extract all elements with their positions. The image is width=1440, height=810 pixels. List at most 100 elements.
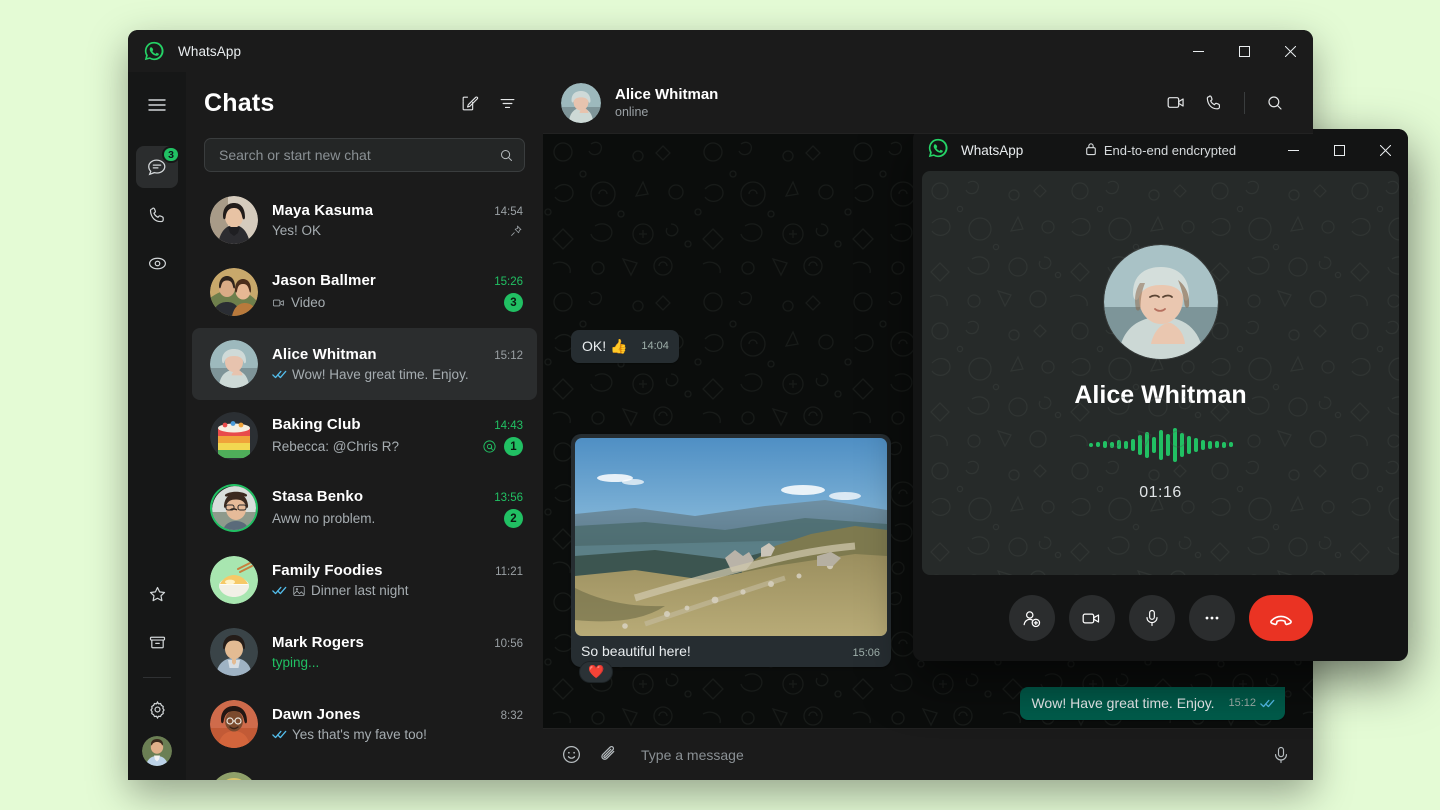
minimize-button[interactable] bbox=[1175, 30, 1221, 72]
emoji-icon[interactable] bbox=[561, 744, 582, 765]
toggle-video-button[interactable] bbox=[1069, 595, 1115, 641]
chat-avatar[interactable] bbox=[210, 772, 258, 780]
chat-item-top-row: Alice Whitman15:12 bbox=[272, 346, 523, 363]
call-contact-avatar bbox=[1104, 245, 1218, 359]
screen: WhatsApp bbox=[0, 0, 1440, 810]
search-wrapper: Search or start new chat bbox=[186, 134, 543, 184]
starred-messages-icon[interactable] bbox=[136, 573, 178, 615]
chat-preview-message: Wow! Have great time. Enjoy. bbox=[272, 367, 469, 382]
chat-avatar[interactable] bbox=[210, 268, 258, 316]
microphone-icon[interactable] bbox=[1271, 745, 1291, 765]
contact-info: Alice Whitman online bbox=[615, 86, 718, 119]
message-timestamp: 14:04 bbox=[641, 337, 669, 356]
read-receipt-icon bbox=[272, 729, 287, 740]
sidebar-item-status[interactable] bbox=[136, 242, 178, 284]
hamburger-menu-icon[interactable] bbox=[136, 84, 178, 126]
chat-list-item[interactable]: Alice Whitman15:12 Wow! Have great time. … bbox=[192, 328, 537, 400]
contact-name: Alice Whitman bbox=[615, 86, 718, 103]
chat-contact-name: Jason Ballmer bbox=[272, 272, 376, 289]
chat-avatar[interactable] bbox=[210, 628, 258, 676]
more-options-button[interactable] bbox=[1189, 595, 1235, 641]
chat-item-top-row: Family Foodies11:21 bbox=[272, 562, 523, 579]
chat-timestamp: 13:56 bbox=[486, 492, 523, 504]
toggle-mute-button[interactable] bbox=[1129, 595, 1175, 641]
chat-item-bottom-row: Video 3 bbox=[272, 293, 523, 312]
chat-contact-name: Mark Rogers bbox=[272, 634, 364, 651]
chat-list-item[interactable]: Family Foodies11:21Dinner last night bbox=[192, 544, 537, 616]
chat-avatar[interactable] bbox=[210, 556, 258, 604]
photo-icon bbox=[292, 584, 306, 598]
chat-list[interactable]: Maya Kasuma14:54Yes! OKJason Ballmer15:2… bbox=[186, 184, 543, 780]
chat-item-info: Maya Kasuma14:54Yes! OK bbox=[272, 202, 523, 238]
unread-count-badge: 3 bbox=[504, 293, 523, 312]
chat-list-header: Chats bbox=[186, 72, 543, 134]
chat-preview-message: Aww no problem. bbox=[272, 511, 375, 526]
chat-item-meta bbox=[501, 224, 523, 238]
contact-status: online bbox=[615, 105, 718, 119]
chats-unread-badge: 3 bbox=[162, 146, 180, 163]
chat-preview-text: Aww no problem. bbox=[272, 511, 375, 526]
action-divider bbox=[1244, 92, 1245, 114]
video-call-icon[interactable] bbox=[1160, 87, 1192, 119]
encryption-label: End-to-end endcrypted bbox=[1104, 143, 1236, 158]
chat-contact-name: Stasa Benko bbox=[272, 488, 363, 505]
message-reaction[interactable]: ❤️ bbox=[579, 661, 613, 683]
message-composer: Type a message bbox=[543, 728, 1313, 780]
message-bubble-incoming-ok[interactable]: OK! 👍 14:04 bbox=[571, 330, 679, 363]
chat-list-item[interactable]: Dawn Jones8:32Yes that's my fave too! bbox=[192, 688, 537, 760]
attachment-icon[interactable] bbox=[598, 744, 619, 765]
chat-avatar[interactable] bbox=[210, 196, 258, 244]
chat-avatar[interactable] bbox=[210, 700, 258, 748]
archived-chats-icon[interactable] bbox=[136, 621, 178, 663]
chat-item-bottom-row: Rebecca: @Chris R?1 bbox=[272, 437, 523, 456]
chat-item-top-row: Mark Rogers 10:56 bbox=[272, 634, 523, 651]
chat-contact-name: Baking Club bbox=[272, 416, 361, 433]
chat-avatar[interactable] bbox=[212, 486, 256, 530]
call-close-button[interactable] bbox=[1362, 129, 1408, 171]
sidebar-item-chats[interactable]: 3 bbox=[136, 146, 178, 188]
add-participant-button[interactable] bbox=[1009, 595, 1055, 641]
call-minimize-button[interactable] bbox=[1270, 129, 1316, 171]
chat-list-item[interactable]: Baking Club14:43Rebecca: @Chris R?1 bbox=[192, 400, 537, 472]
filter-icon[interactable] bbox=[491, 87, 523, 119]
chat-timestamp: 11:21 bbox=[487, 566, 523, 578]
settings-gear-icon[interactable] bbox=[136, 688, 178, 730]
search-input[interactable]: Search or start new chat bbox=[204, 138, 525, 172]
shared-photo[interactable] bbox=[575, 438, 887, 636]
chat-avatar[interactable] bbox=[210, 340, 258, 388]
chat-list-item[interactable]: Ziggy Woodley8:12 bbox=[192, 760, 537, 780]
call-window-controls bbox=[1270, 129, 1408, 171]
search-icon[interactable] bbox=[499, 148, 514, 163]
whatsapp-logo-icon bbox=[927, 137, 949, 164]
image-caption: So beautiful here! bbox=[581, 643, 691, 659]
profile-avatar[interactable] bbox=[142, 736, 172, 766]
chat-list-item[interactable]: Stasa Benko 13:56 Aww no problem.2 bbox=[192, 472, 537, 544]
message-bubble-image[interactable]: So beautiful here! 15:06 ❤️ bbox=[571, 434, 891, 667]
chat-item-bottom-row: Aww no problem.2 bbox=[272, 509, 523, 528]
message-input[interactable]: Type a message bbox=[641, 747, 1255, 763]
chat-preview-message: typing... bbox=[272, 655, 319, 670]
chat-item-info: Baking Club14:43Rebecca: @Chris R?1 bbox=[272, 416, 523, 456]
voice-call-icon[interactable] bbox=[1198, 87, 1230, 119]
chat-item-top-row: Maya Kasuma14:54 bbox=[272, 202, 523, 219]
call-maximize-button[interactable] bbox=[1316, 129, 1362, 171]
conversation-search-icon[interactable] bbox=[1259, 87, 1291, 119]
contact-avatar[interactable] bbox=[561, 83, 601, 123]
whatsapp-logo-icon bbox=[143, 40, 165, 62]
message-meta: 15:12 bbox=[1228, 694, 1275, 713]
chat-item-bottom-row: typing... bbox=[272, 655, 523, 670]
chat-list-item[interactable]: Mark Rogers 10:56 typing... bbox=[192, 616, 537, 688]
maximize-button[interactable] bbox=[1221, 30, 1267, 72]
sidebar-item-calls[interactable] bbox=[136, 194, 178, 236]
chat-timestamp: 10:56 bbox=[486, 638, 523, 650]
chat-preview-text: Video bbox=[291, 295, 325, 310]
page-title: Chats bbox=[204, 89, 274, 118]
close-button[interactable] bbox=[1267, 30, 1313, 72]
new-chat-icon[interactable] bbox=[453, 87, 485, 119]
end-call-button[interactable] bbox=[1249, 595, 1313, 641]
image-caption-row: So beautiful here! 15:06 bbox=[575, 636, 887, 667]
chat-list-item[interactable]: Maya Kasuma14:54Yes! OK bbox=[192, 184, 537, 256]
chat-avatar[interactable] bbox=[210, 412, 258, 460]
chat-list-item[interactable]: Jason Ballmer15:26Video3 bbox=[192, 256, 537, 328]
message-bubble-outgoing-last[interactable]: Wow! Have great time. Enjoy. 15:12 bbox=[1020, 687, 1285, 720]
